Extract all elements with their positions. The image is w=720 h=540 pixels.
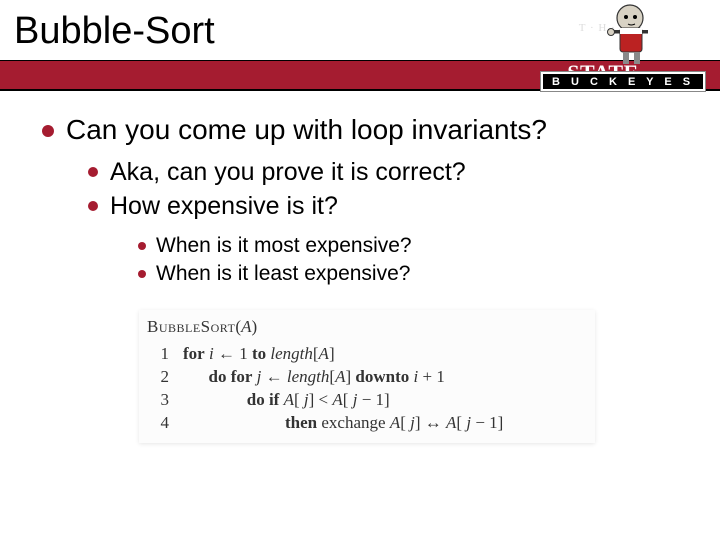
logo-bottom-banner: B U C K E Y E S — [541, 72, 705, 91]
pseudocode-header: BubbleSort(A) — [147, 316, 587, 339]
bullet-l3a-text: When is it most expensive? — [156, 234, 412, 257]
line-body: do for j ← length[A] downto i + 1 — [183, 366, 445, 389]
pseudocode-line: 3 do if A[ j] < A[ j − 1] — [147, 389, 587, 412]
line-body: for i ← 1 to length[A] — [183, 343, 335, 366]
line-body: do if A[ j] < A[ j − 1] — [183, 389, 390, 412]
slide-body: Can you come up with loop invariants? Ak… — [0, 89, 720, 443]
bullet-l2a-text: Aka, can you prove it is correct? — [110, 158, 466, 186]
pseudocode-block: BubbleSort(A) 1for i ← 1 to length[A]2 d… — [139, 310, 595, 443]
ohio-state-logo: T · H · E OHIO STATE B U C K E Y E S — [543, 4, 698, 99]
bullet-l2a: Aka, can you prove it is correct? — [88, 155, 692, 190]
pseudocode-line: 1 for i ← 1 to length[A] — [147, 343, 587, 366]
bullet-l1-text: Can you come up with loop invariants? — [66, 114, 547, 145]
bullet-l3b: When is it least expensive? — [138, 260, 692, 288]
bullet-l2b: How expensive is it? When is it most exp… — [88, 189, 692, 288]
bullet-l3b-text: When is it least expensive? — [156, 262, 410, 285]
slide: T · H · E OHIO STATE B U C K E Y E S Bub… — [0, 0, 720, 540]
brutus-mascot-icon — [598, 2, 650, 66]
pseudocode-line: 2 do for j ← length[A] downto i + 1 — [147, 366, 587, 389]
pseudocode-fn-arg: A — [241, 317, 251, 336]
pseudocode-line: 4 then exchange A[ j] ↔ A[ j − 1] — [147, 412, 587, 435]
line-number: 3 — [147, 389, 169, 412]
line-body: then exchange A[ j] ↔ A[ j − 1] — [183, 412, 503, 435]
line-number: 2 — [147, 366, 169, 389]
bullet-l2b-text: How expensive is it? — [110, 192, 338, 220]
line-number: 4 — [147, 412, 169, 435]
pseudocode-fn-name: BubbleSort — [147, 317, 235, 336]
line-number: 1 — [147, 343, 169, 366]
bullet-l1: Can you come up with loop invariants? Ak… — [42, 111, 692, 288]
pseudocode-lines: 1for i ← 1 to length[A]2 do for j ← leng… — [147, 343, 587, 435]
bullet-l3a: When is it most expensive? — [138, 232, 692, 260]
